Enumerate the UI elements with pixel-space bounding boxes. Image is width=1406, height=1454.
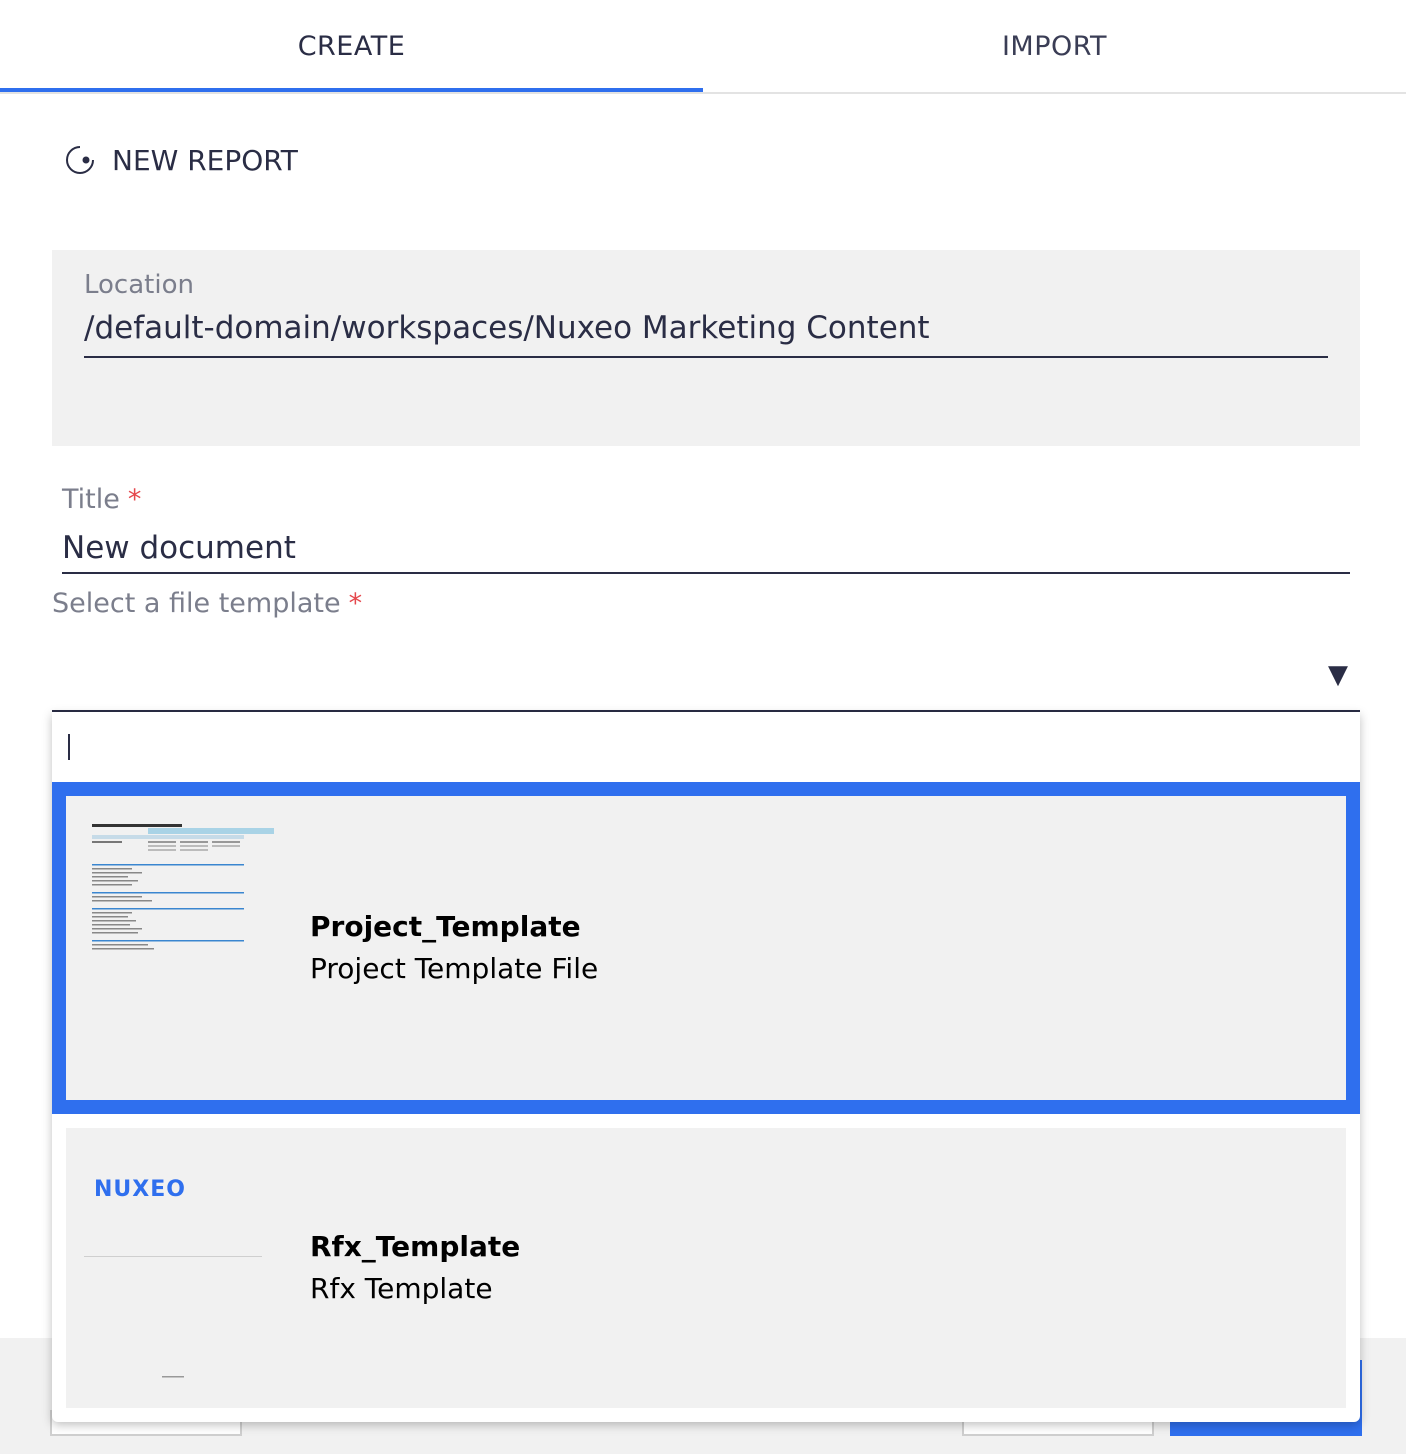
template-label-text: Select a file template <box>52 588 341 619</box>
template-dropdown: Project_Template Project Template File N… <box>52 712 1360 1422</box>
text-cursor <box>68 734 70 760</box>
required-indicator: * <box>348 588 363 619</box>
title-input[interactable] <box>62 524 1350 574</box>
tab-import[interactable]: IMPORT <box>703 0 1406 92</box>
title-label: Title * <box>62 484 141 515</box>
required-indicator: * <box>127 484 142 515</box>
dropdown-arrow-icon[interactable]: ▼ <box>1328 660 1348 690</box>
nuxeo-logo: NUXEO <box>94 1177 186 1202</box>
title-label-text: Title <box>62 484 120 515</box>
template-name: Rfx_Template <box>310 1230 521 1263</box>
location-field: Location /default-domain/workspaces/Nuxe… <box>52 250 1360 446</box>
location-label: Location <box>84 270 194 300</box>
template-name: Project_Template <box>310 910 581 943</box>
template-option-project[interactable]: Project_Template Project Template File <box>52 782 1360 1114</box>
template-description: Project Template File <box>310 952 599 985</box>
spreadsheet-thumbnail <box>88 822 274 962</box>
template-label: Select a file template * <box>52 588 362 619</box>
tab-bar: CREATE IMPORT <box>0 0 1406 94</box>
nuxeo-document-thumbnail: NUXEO <box>84 1177 262 1378</box>
doctype-label: NEW REPORT <box>112 143 298 177</box>
template-option-body: Project_Template Project Template File <box>66 796 1346 1100</box>
template-description: Rfx Template <box>310 1272 493 1305</box>
location-value: /default-domain/workspaces/Nuxeo Marketi… <box>84 310 1328 358</box>
tab-create[interactable]: CREATE <box>0 0 703 92</box>
template-select[interactable]: ▼ <box>52 630 1360 712</box>
doctype-header: NEW REPORT <box>64 140 298 180</box>
template-option-rfx[interactable]: NUXEO Rfx_Template Rfx Template <box>52 1114 1360 1408</box>
report-icon <box>66 146 94 174</box>
active-tab-indicator <box>0 88 703 92</box>
template-option-body: NUXEO Rfx_Template Rfx Template <box>66 1128 1346 1408</box>
template-search-input[interactable] <box>52 712 1360 782</box>
